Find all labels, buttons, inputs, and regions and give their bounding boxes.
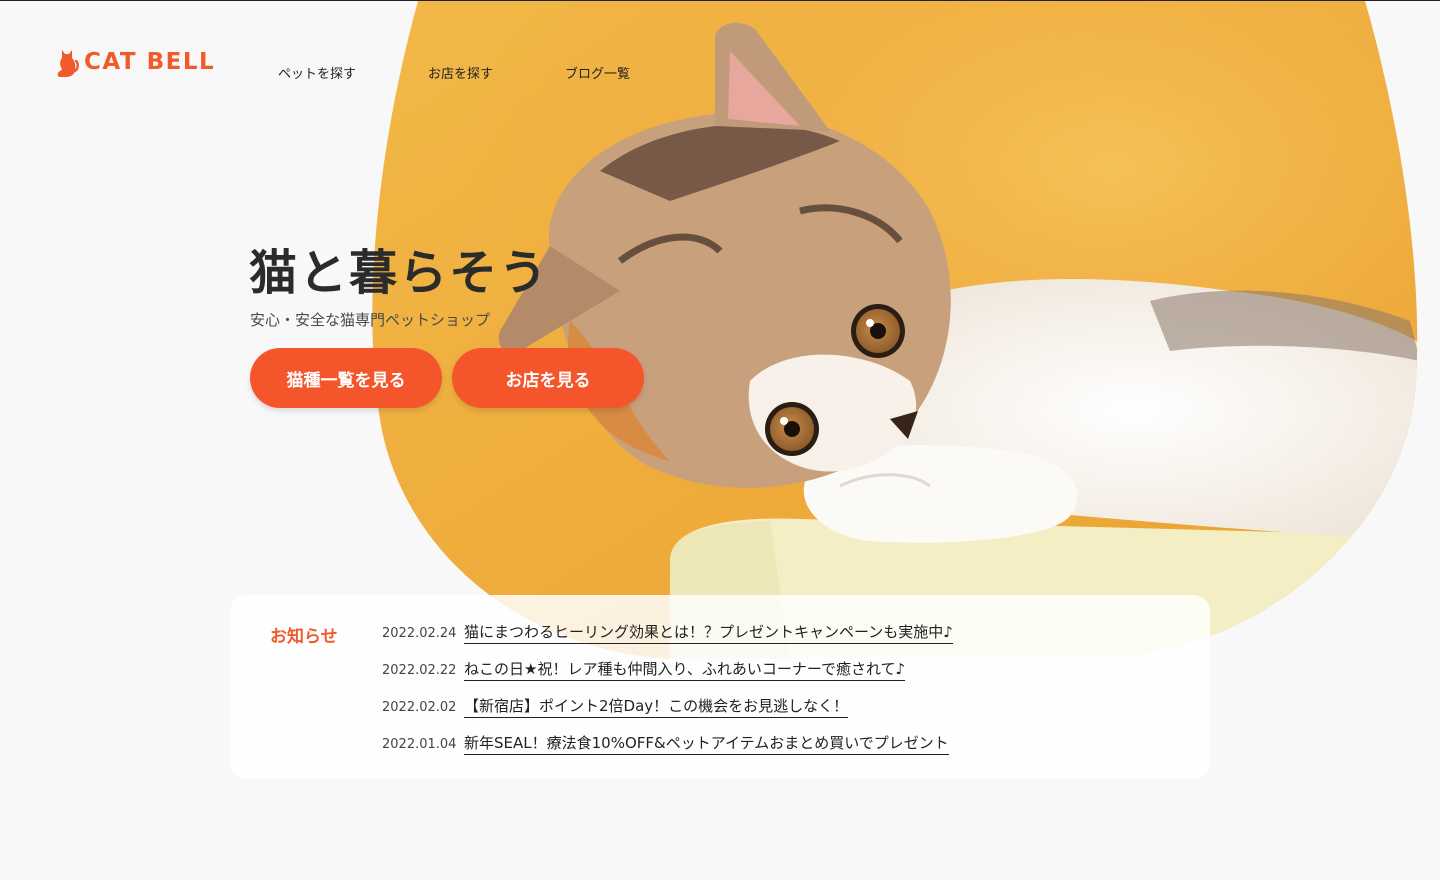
view-shops-button[interactable]: お店を見る [452, 348, 644, 408]
logo-link[interactable]: CAT BELL [56, 47, 215, 77]
news-item: 2022.02.02 【新宿店】ポイント2倍Day！この機会をお見逃しなく！ [382, 695, 953, 732]
news-date: 2022.01.04 [382, 737, 457, 752]
news-list: 2022.02.24 猫にまつわるヒーリング効果とは！？プレゼントキャンペーンも… [382, 621, 953, 769]
nav-link-find-pets[interactable]: ペットを探す [278, 63, 356, 82]
news-link[interactable]: 新年SEAL！療法食10%OFF&ペットアイテムおまとめ買いでプレゼント [464, 732, 949, 755]
news-item: 2022.01.04 新年SEAL！療法食10%OFF&ペットアイテムおまとめ買… [382, 732, 953, 769]
news-date: 2022.02.22 [382, 663, 457, 678]
news-link[interactable]: ねこの日★祝！レア種も仲間入り、ふれあいコーナーで癒されて♪ [464, 658, 906, 681]
news-date: 2022.02.24 [382, 626, 457, 641]
news-item: 2022.02.22 ねこの日★祝！レア種も仲間入り、ふれあいコーナーで癒されて… [382, 658, 953, 695]
nav-link-blog[interactable]: ブログ一覧 [565, 63, 630, 82]
view-breeds-button[interactable]: 猫種一覧を見る [250, 348, 442, 408]
hero-subtitle: 安心・安全な猫専門ペットショップ [250, 311, 491, 329]
news-link[interactable]: 猫にまつわるヒーリング効果とは！？プレゼントキャンペーンも実施中♪ [464, 621, 953, 644]
news-heading: お知らせ [270, 627, 338, 647]
hero-image [370, 1, 1430, 661]
news-item: 2022.02.24 猫にまつわるヒーリング効果とは！？プレゼントキャンペーンも… [382, 621, 953, 658]
news-date: 2022.02.02 [382, 700, 457, 715]
cat-silhouette-icon [57, 50, 79, 77]
main-nav: ペットを探す お店を探す ブログ一覧 [278, 63, 630, 82]
news-card: お知らせ 2022.02.24 猫にまつわるヒーリング効果とは！？プレゼントキャ… [230, 595, 1210, 779]
brand-name: CAT BELL [84, 48, 216, 75]
hero-title: 猫と暮らそう [249, 245, 550, 301]
news-link[interactable]: 【新宿店】ポイント2倍Day！この機会をお見逃しなく！ [464, 695, 849, 718]
nav-link-find-shops[interactable]: お店を探す [428, 63, 493, 82]
